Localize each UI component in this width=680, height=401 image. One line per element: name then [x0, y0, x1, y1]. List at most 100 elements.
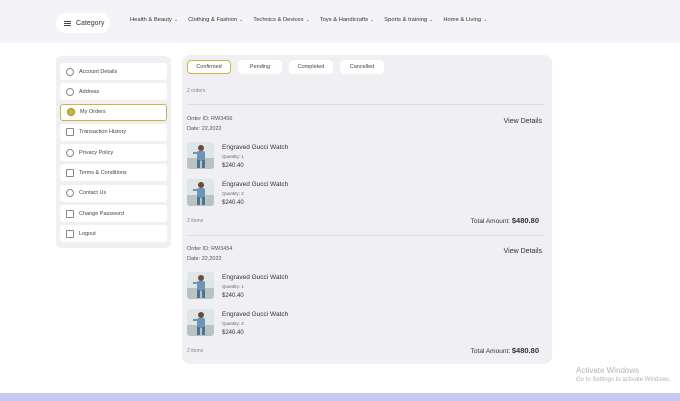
product-quantity: Quantity: 1: [222, 284, 244, 289]
order-product: Engraved Gucci Watch Quantity: 2 $240.40: [187, 179, 288, 206]
category-label: Category: [76, 19, 105, 27]
nav-item-health-beauty[interactable]: Health & Beauty ⌄: [130, 17, 178, 23]
sidebar-item-label: Change Password: [79, 210, 124, 217]
nav-label: Sports & training: [384, 17, 428, 23]
sidebar-item-logout[interactable]: Logout: [60, 225, 167, 243]
hamburger-icon: [64, 20, 71, 26]
nav-item-home-living[interactable]: Home & Living ⌄: [443, 17, 487, 23]
sidebar-item-transaction-history[interactable]: Transaction History: [60, 123, 167, 141]
order-id: Order ID: RW3454: [187, 246, 232, 252]
top-navbar: Category Health & Beauty ⌄ Clothing & Fas…: [0, 0, 680, 43]
nav-item-technics-devices[interactable]: Technics & Devices ⌄: [253, 17, 309, 23]
sidebar-item-label: Contact Us: [79, 190, 107, 197]
divider: [187, 235, 545, 236]
sidebar-item-label: Privacy Policy: [79, 149, 114, 156]
nav-label: Home & Living: [443, 17, 482, 23]
divider: [187, 104, 545, 105]
tab-pending[interactable]: Pending: [238, 60, 282, 74]
chevron-down-icon: ⌄: [483, 17, 488, 23]
nav-label: Technics & Devices: [253, 17, 304, 23]
chevron-down-icon: ⌄: [305, 17, 310, 23]
order-id-value: RW3456: [211, 116, 233, 122]
nav-label: Clothing & Fashion: [188, 17, 238, 23]
nav-item-toys-handicrafts[interactable]: Toys & Handicrafts ⌄: [320, 17, 375, 23]
category-button[interactable]: Category: [56, 13, 110, 33]
orders-panel: Confirmed Pending Completed Cancelled 2 …: [182, 55, 552, 364]
product-quantity: Quantity: 2: [222, 191, 244, 196]
product-name[interactable]: Engraved Gucci Watch: [222, 181, 288, 188]
logout-icon: [66, 229, 74, 238]
order-id-label: Order ID:: [187, 116, 210, 122]
order-id-label: Order ID:: [187, 246, 210, 252]
lock-icon: [66, 209, 74, 218]
product-thumbnail: [187, 142, 214, 169]
order-total: Total Amount: $480.80: [471, 346, 539, 355]
location-pin-icon: [66, 87, 74, 96]
product-price: $240.40: [222, 200, 244, 206]
product-name[interactable]: Engraved Gucci Watch: [222, 311, 288, 318]
total-value: $480.80: [511, 346, 539, 355]
sidebar-item-label: Account Details: [79, 68, 118, 75]
shield-icon: [66, 148, 74, 157]
sidebar-item-my-orders[interactable]: My Orders: [60, 103, 167, 121]
order-status-tabs: Confirmed Pending Completed Cancelled: [187, 60, 384, 74]
order-date-value: 22,2022: [201, 126, 222, 132]
orders-count: 2 orders: [187, 88, 206, 94]
product-quantity: Quantity: 2: [222, 321, 244, 326]
tab-cancelled[interactable]: Cancelled: [340, 60, 384, 74]
headset-icon: [66, 189, 74, 198]
order-card: Order ID: RW3456 Date: 22,2022 View Deta…: [187, 116, 547, 246]
sidebar-item-label: Transaction History: [79, 129, 127, 136]
bottom-strip: [0, 393, 680, 401]
product-thumbnail: [187, 272, 214, 299]
product-quantity: Quantity: 1: [222, 154, 244, 159]
items-count: 2 items: [187, 348, 204, 354]
document-icon: [66, 168, 74, 177]
order-total: Total Amount: $480.80: [471, 216, 539, 225]
sidebar-item-label: Terms & Conditions: [79, 169, 127, 176]
chevron-down-icon: ⌄: [429, 17, 434, 23]
sidebar-item-change-password[interactable]: Change Password: [60, 205, 167, 223]
order-product: Engraved Gucci Watch Quantity: 2 $240.40: [187, 309, 288, 336]
total-label: Total Amount:: [470, 218, 511, 225]
sidebar-item-account-details[interactable]: Account Details: [60, 63, 167, 80]
sidebar-item-label: Address: [79, 88, 100, 95]
category-nav: Health & Beauty ⌄ Clothing & Fashion ⌄ Tec…: [130, 17, 487, 23]
nav-item-clothing-fashion[interactable]: Clothing & Fashion ⌄: [188, 17, 243, 23]
user-icon: [66, 67, 74, 76]
order-date-label: Date:: [187, 256, 201, 262]
nav-item-sports-training[interactable]: Sports & training ⌄: [384, 17, 433, 23]
sidebar-item-contact-us[interactable]: Contact Us: [60, 184, 167, 202]
order-product: Engraved Gucci Watch Quantity: 1 $240.40: [187, 272, 288, 299]
product-price: $240.40: [222, 163, 244, 169]
sidebar-item-label: Logout: [79, 230, 96, 237]
tab-confirmed[interactable]: Confirmed: [187, 60, 231, 74]
windows-activation-watermark: Activate Windows Go to Settings to activ…: [576, 366, 671, 383]
order-id: Order ID: RW3456: [187, 116, 232, 122]
sidebar-item-address[interactable]: Address: [60, 83, 167, 101]
product-price: $240.40: [222, 330, 244, 336]
orders-icon: [67, 108, 75, 117]
sidebar-item-terms-conditions[interactable]: Terms & Conditions: [60, 164, 167, 182]
watermark-subtitle: Go to Settings to activate Windows.: [576, 377, 671, 383]
chevron-down-icon: ⌄: [173, 17, 179, 23]
chevron-down-icon: ⌄: [370, 17, 375, 23]
watermark-title: Activate Windows: [576, 366, 640, 375]
order-date: Date: 22,2022: [187, 126, 222, 132]
order-date: Date: 22,2022: [187, 256, 222, 262]
product-name[interactable]: Engraved Gucci Watch: [222, 144, 288, 151]
transaction-icon: [66, 128, 74, 137]
product-name[interactable]: Engraved Gucci Watch: [222, 274, 288, 281]
product-thumbnail: [187, 309, 214, 336]
product-thumbnail: [187, 179, 214, 206]
order-date-value: 22,2022: [201, 256, 222, 262]
items-count: 2 items: [187, 218, 204, 224]
nav-label: Toys & Handicrafts: [319, 17, 369, 23]
product-price: $240.40: [222, 293, 244, 299]
view-details-link[interactable]: View Details: [504, 118, 542, 125]
view-details-link[interactable]: View Details: [504, 248, 542, 255]
tab-completed[interactable]: Completed: [289, 60, 333, 74]
order-id-value: RW3454: [211, 246, 233, 252]
sidebar-item-privacy-policy[interactable]: Privacy Policy: [60, 144, 167, 162]
order-product: Engraved Gucci Watch Quantity: 1 $240.40: [187, 142, 288, 169]
